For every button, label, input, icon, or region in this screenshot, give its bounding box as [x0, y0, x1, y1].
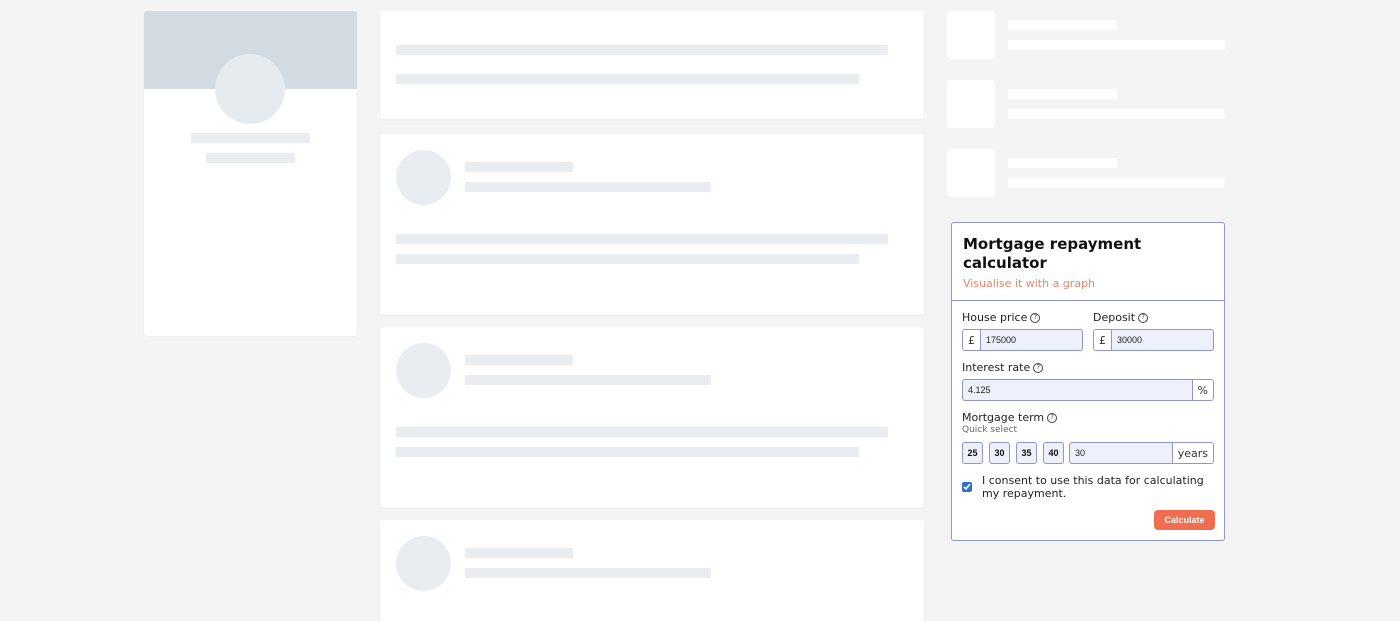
- calculator-subtitle-link[interactable]: Visualise it with a graph: [963, 277, 1095, 290]
- years-suffix: years: [1171, 443, 1213, 463]
- text-line-placeholder: [396, 427, 888, 437]
- side-title-placeholder: [1008, 89, 1117, 99]
- currency-prefix: £: [963, 330, 981, 350]
- mortgage-term-input[interactable]: [1070, 443, 1172, 463]
- feed-card-skeleton: [380, 520, 924, 621]
- avatar-placeholder: [396, 343, 451, 398]
- side-text-placeholder: [1008, 40, 1225, 50]
- house-price-input[interactable]: [981, 330, 1082, 350]
- calculator-title: Mortgage repayment calculator: [963, 235, 1142, 272]
- text-line-placeholder: [396, 254, 859, 264]
- term-35-button[interactable]: 35: [1016, 442, 1037, 464]
- side-thumb-placeholder: [947, 149, 995, 197]
- calculate-button[interactable]: Calculate: [1154, 510, 1215, 530]
- text-line-placeholder: [396, 234, 888, 244]
- term-40-button[interactable]: 40: [1043, 442, 1064, 464]
- percent-suffix: %: [1191, 380, 1213, 400]
- deposit-field: £: [1093, 329, 1214, 351]
- mortgage-term-field: years: [1069, 442, 1214, 464]
- interest-rate-label: Interest rate ?: [962, 361, 1044, 374]
- text-line-placeholder: [396, 45, 888, 55]
- profile-avatar-placeholder: [215, 54, 285, 124]
- side-thumb-placeholder: [947, 11, 995, 59]
- avatar-placeholder: [396, 536, 451, 591]
- side-title-placeholder: [1008, 158, 1117, 168]
- interest-rate-input[interactable]: [963, 380, 1192, 400]
- quick-select-hint: Quick select: [962, 425, 1018, 435]
- side-text-placeholder: [1008, 178, 1225, 188]
- text-line-placeholder: [396, 74, 859, 84]
- author-placeholder: [465, 355, 573, 365]
- deposit-input[interactable]: [1112, 330, 1213, 350]
- feed-card-skeleton: [380, 327, 924, 508]
- mortgage-term-label: Mortgage term ?: [962, 411, 1058, 424]
- avatar-placeholder: [396, 150, 451, 205]
- meta-placeholder: [465, 375, 711, 385]
- author-placeholder: [465, 162, 573, 172]
- meta-placeholder: [465, 568, 711, 578]
- house-price-field: £: [962, 329, 1083, 351]
- house-price-label-text: House price: [962, 311, 1028, 324]
- deposit-label-text: Deposit: [1093, 311, 1136, 324]
- profile-name-placeholder: [191, 133, 310, 143]
- profile-card-skeleton: [144, 11, 357, 336]
- header-divider: [952, 300, 1224, 301]
- profile-meta-placeholder: [206, 153, 295, 163]
- question-circle-icon[interactable]: ?: [1033, 362, 1044, 373]
- author-placeholder: [465, 548, 573, 558]
- term-30-button[interactable]: 30: [989, 442, 1010, 464]
- side-title-placeholder: [1008, 20, 1117, 30]
- text-line-placeholder: [396, 447, 859, 457]
- interest-rate-field: %: [962, 379, 1214, 401]
- term-25-button[interactable]: 25: [962, 442, 983, 464]
- mortgage-term-label-text: Mortgage term: [962, 411, 1045, 424]
- deposit-label: Deposit ?: [1093, 311, 1149, 324]
- interest-rate-label-text: Interest rate: [962, 361, 1031, 374]
- consent-label: I consent to use this data for calculati…: [982, 474, 1204, 500]
- currency-prefix: £: [1094, 330, 1112, 350]
- meta-placeholder: [465, 182, 711, 192]
- question-circle-icon[interactable]: ?: [1138, 312, 1149, 323]
- feed-card-skeleton: [380, 11, 924, 119]
- mortgage-calculator-widget: Mortgage repayment calculator Visualise …: [951, 222, 1225, 541]
- consent-checkbox[interactable]: [962, 482, 972, 492]
- feed-card-skeleton: [380, 134, 924, 315]
- side-text-placeholder: [1008, 109, 1225, 119]
- house-price-label: House price ?: [962, 311, 1041, 324]
- question-circle-icon[interactable]: ?: [1047, 412, 1058, 423]
- side-thumb-placeholder: [947, 80, 995, 128]
- question-circle-icon[interactable]: ?: [1030, 312, 1041, 323]
